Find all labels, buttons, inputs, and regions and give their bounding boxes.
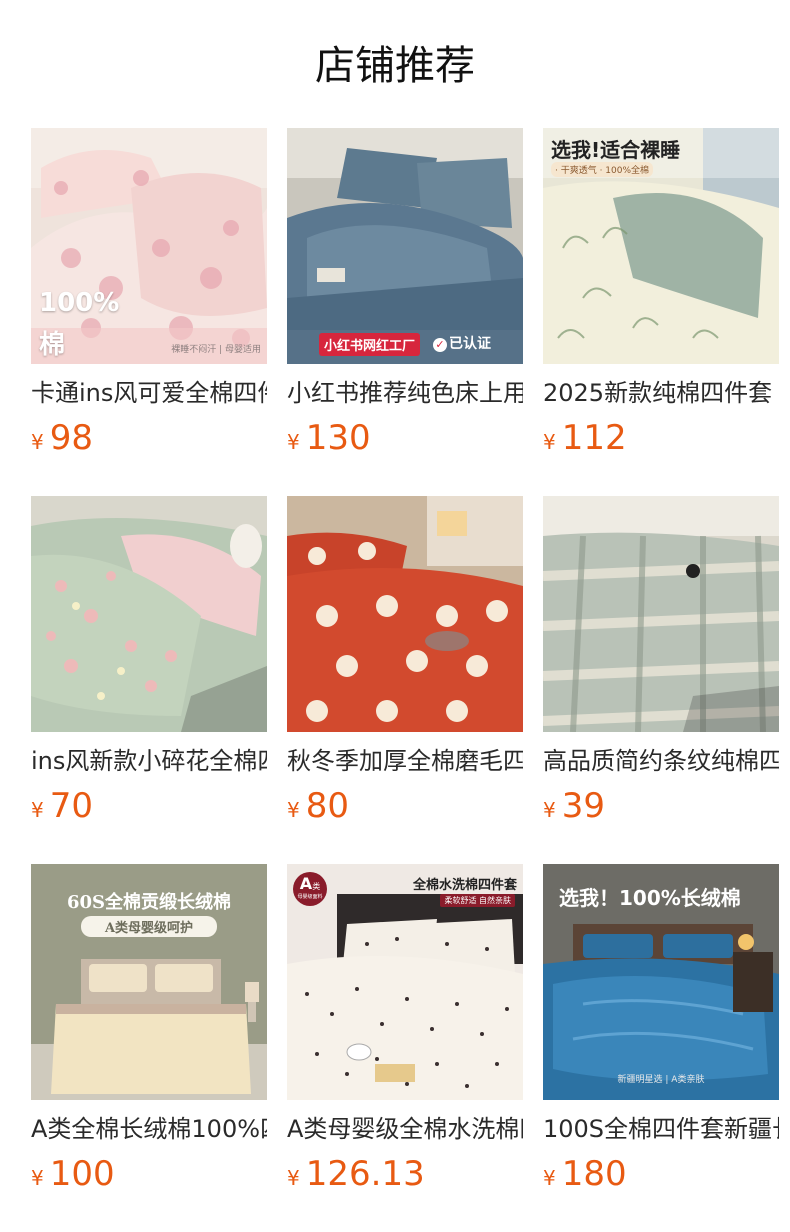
product-image[interactable]: 小红书网红工厂 ✓ 已认证 (287, 128, 523, 364)
product-card[interactable]: 秋冬季加厚全棉磨毛四件套 ¥80 (287, 496, 523, 864)
price-value: 100 (49, 1154, 115, 1194)
product-card[interactable]: A类 母婴级面料 全棉水洗棉四件套 柔软舒适 自然亲肤 A类母婴级全棉水洗棉四件… (287, 864, 523, 1232)
product-image[interactable]: 选我！100%长绒棉 新疆明星选 | A类亲肤 (543, 864, 779, 1100)
product-price: ¥70 (31, 782, 267, 830)
product-price: ¥130 (287, 414, 523, 462)
currency-symbol: ¥ (287, 430, 300, 454)
price-value: 180 (561, 1154, 627, 1194)
product-price: ¥100 (31, 1150, 267, 1198)
product-card[interactable]: 选我!适合裸睡 · 干爽透气 · 100%全棉 2025新款纯棉四件套 ¥112 (543, 128, 779, 496)
product-card[interactable]: 100% 棉 裸睡不闷汗 | 母婴适用 卡通ins风可爱全棉四件套 ¥98 (31, 128, 267, 496)
product-image[interactable]: 选我!适合裸睡 · 干爽透气 · 100%全棉 (543, 128, 779, 364)
product-image[interactable] (31, 496, 267, 732)
currency-symbol: ¥ (543, 430, 556, 454)
product-name[interactable]: 2025新款纯棉四件套 (543, 376, 779, 410)
product-grid: 100% 棉 裸睡不闷汗 | 母婴适用 卡通ins风可爱全棉四件套 ¥98 (31, 128, 779, 1232)
product-name[interactable]: A类母婴级全棉水洗棉四件套 (287, 1112, 523, 1146)
bedding-red-bear-print-illustration (287, 496, 523, 732)
bedding-cream-satin-illustration (31, 864, 267, 1100)
currency-symbol: ¥ (31, 430, 44, 454)
price-value: 39 (561, 786, 605, 826)
currency-symbol: ¥ (543, 1166, 556, 1190)
product-card[interactable]: ins风新款小碎花全棉四件套 ¥70 (31, 496, 267, 864)
currency-symbol: ¥ (31, 798, 44, 822)
product-name[interactable]: 小红书推荐纯色床上用品 (287, 376, 523, 410)
product-image[interactable]: A类 母婴级面料 全棉水洗棉四件套 柔软舒适 自然亲肤 (287, 864, 523, 1100)
product-image[interactable] (543, 496, 779, 732)
product-price: ¥98 (31, 414, 267, 462)
price-value: 130 (305, 418, 371, 458)
price-value: 80 (305, 786, 349, 826)
product-card[interactable]: 60S全棉贡缎长绒棉 A类母婴级呵护 A类全棉长绒棉100%四件套 ¥100 (31, 864, 267, 1232)
bedding-floral-pink-illustration (31, 128, 267, 364)
currency-symbol: ¥ (543, 798, 556, 822)
currency-symbol: ¥ (31, 1166, 44, 1190)
price-value: 98 (49, 418, 93, 458)
bedding-polka-dot-illustration (287, 864, 523, 1100)
bedding-small-floral-illustration (31, 496, 267, 732)
product-card[interactable]: 高品质简约条纹纯棉四件套 ¥39 (543, 496, 779, 864)
product-name[interactable]: 卡通ins风可爱全棉四件套 (31, 376, 267, 410)
product-name[interactable]: 高品质简约条纹纯棉四件套 (543, 744, 779, 778)
product-name[interactable]: ins风新款小碎花全棉四件套 (31, 744, 267, 778)
product-price: ¥80 (287, 782, 523, 830)
bedding-plaid-illustration (543, 496, 779, 732)
price-value: 126.13 (305, 1154, 425, 1194)
product-price: ¥112 (543, 414, 779, 462)
product-image[interactable] (287, 496, 523, 732)
product-image[interactable]: 100% 棉 裸睡不闷汗 | 母婴适用 (31, 128, 267, 364)
product-price: ¥126.13 (287, 1150, 523, 1198)
product-name[interactable]: 100S全棉四件套新疆长绒棉 (543, 1112, 779, 1146)
product-name[interactable]: A类全棉长绒棉100%四件套 (31, 1112, 267, 1146)
price-value: 70 (49, 786, 93, 826)
product-price: ¥39 (543, 782, 779, 830)
bedding-leaf-print-illustration (543, 128, 779, 364)
product-price: ¥180 (543, 1150, 779, 1198)
product-image[interactable]: 60S全棉贡缎长绒棉 A类母婴级呵护 (31, 864, 267, 1100)
currency-symbol: ¥ (287, 798, 300, 822)
price-value: 112 (561, 418, 627, 458)
product-name[interactable]: 秋冬季加厚全棉磨毛四件套 (287, 744, 523, 778)
page-title: 店铺推荐 (315, 43, 475, 89)
bedding-blue-solid-illustration (287, 128, 523, 364)
bedding-blue-silk-illustration (543, 864, 779, 1100)
currency-symbol: ¥ (287, 1166, 300, 1190)
product-card[interactable]: 小红书网红工厂 ✓已认证 小红书推荐纯色床上用品 ¥130 (287, 128, 523, 496)
product-card[interactable]: 选我！100%长绒棉 新疆明星选 | A类亲肤 100S全棉四件套新疆长绒棉 ¥… (543, 864, 779, 1232)
